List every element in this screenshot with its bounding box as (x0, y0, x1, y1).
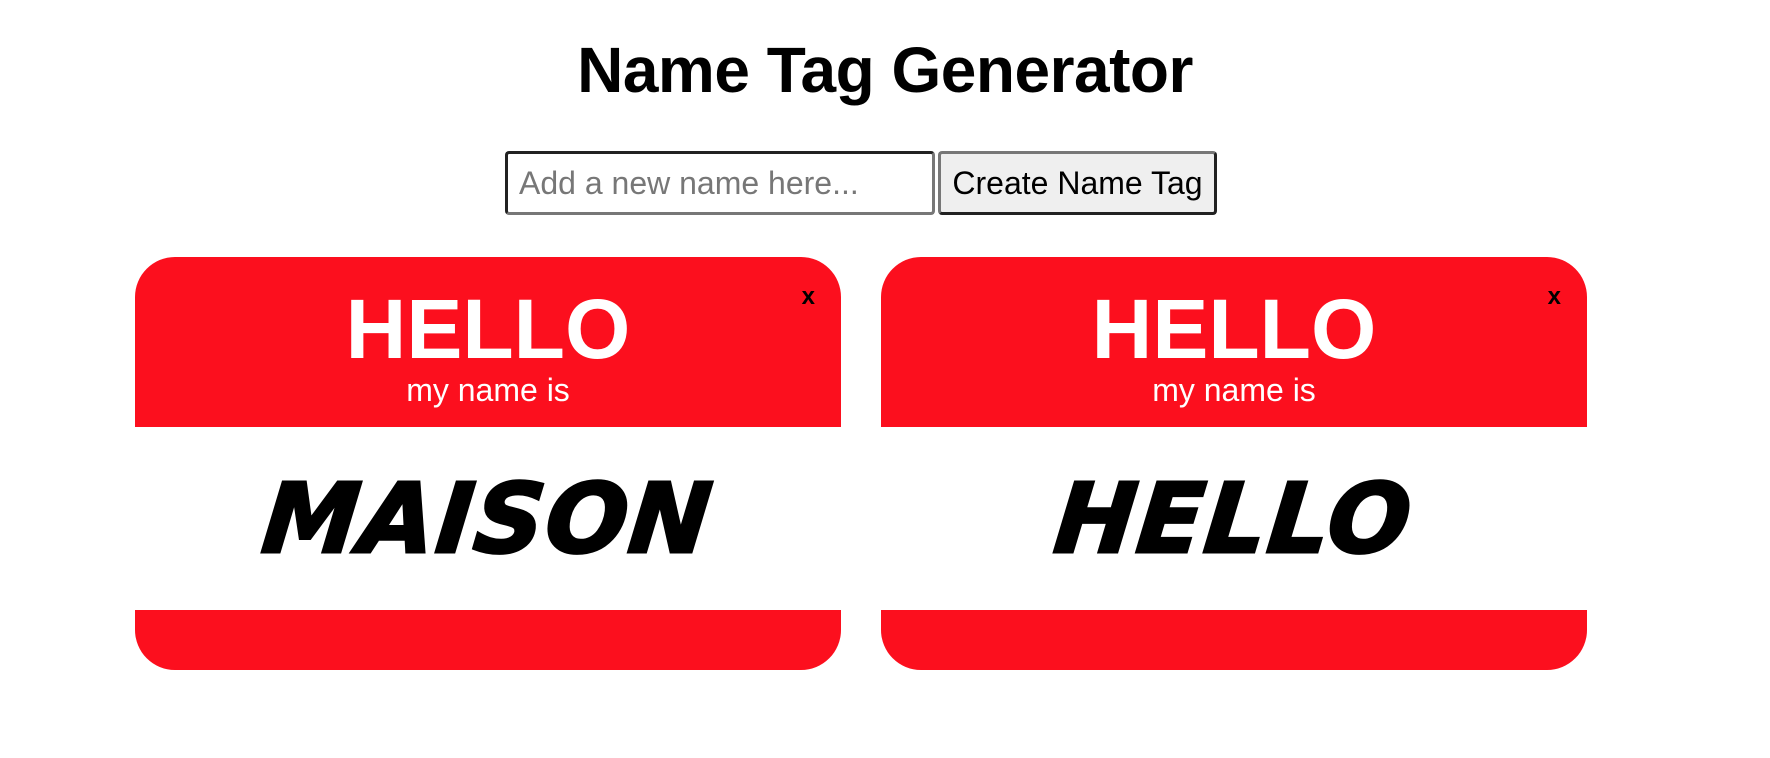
tag-name-area: MAISON (135, 427, 841, 610)
name-input[interactable] (505, 151, 935, 215)
tag-subtitle: my name is (406, 372, 570, 408)
create-name-tag-button[interactable]: Create Name Tag (938, 151, 1217, 215)
tag-greeting: HELLO (345, 282, 631, 376)
tag-subtitle: my name is (1152, 372, 1316, 408)
name-tag-card: HELLO my name is x MAISON (135, 257, 841, 670)
delete-tag-button[interactable]: x (1548, 283, 1561, 311)
name-tag-form: Create Name Tag (505, 151, 1217, 215)
tag-name: HELLO (1048, 461, 1419, 576)
tag-name-area: HELLO (881, 427, 1587, 610)
tag-name: MAISON (256, 461, 719, 576)
delete-tag-button[interactable]: x (802, 283, 815, 311)
page-title: Name Tag Generator (577, 34, 1193, 106)
page: Name Tag Generator Create Name Tag HELLO… (0, 0, 1770, 758)
name-tag-card: HELLO my name is x HELLO (881, 257, 1587, 670)
tag-greeting: HELLO (1091, 282, 1377, 376)
